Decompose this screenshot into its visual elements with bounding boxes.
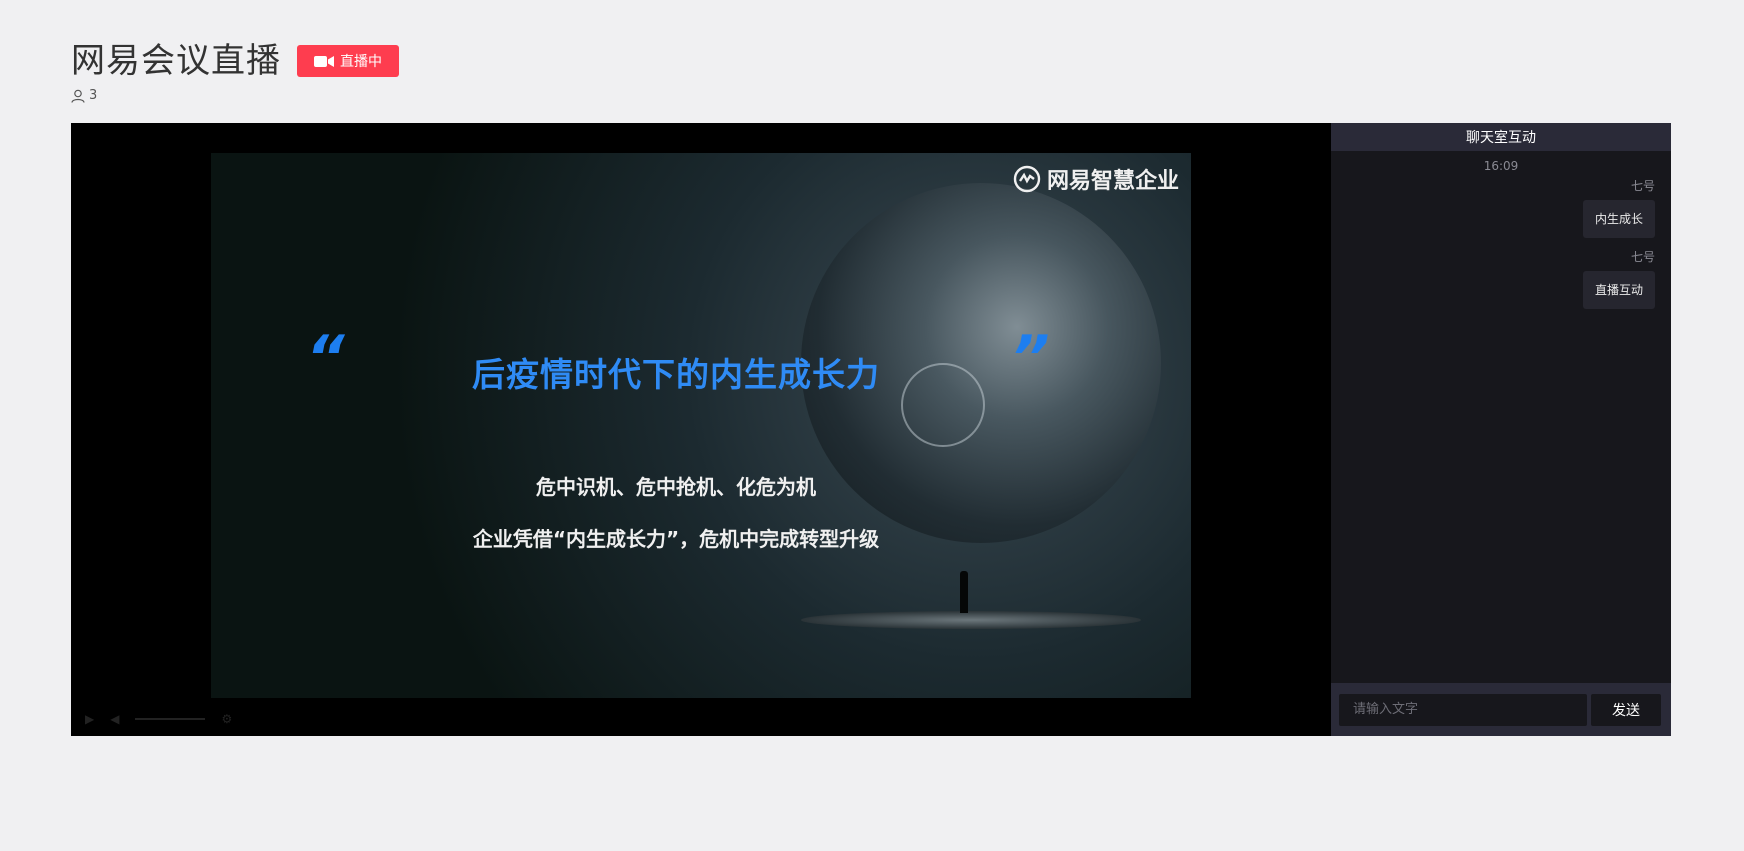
chat-input-bar: 发送 <box>1331 683 1671 736</box>
play-icon[interactable]: ▶ <box>85 712 94 726</box>
live-status-badge: 直播中 <box>297 45 399 77</box>
send-button[interactable]: 发送 <box>1591 693 1661 726</box>
message-bubble: 内生成长 <box>1582 200 1655 238</box>
message-sender: 七号 <box>1630 250 1655 264</box>
chat-timestamp: 16:09 <box>1483 159 1519 173</box>
viewer-count-value: 3 <box>89 88 98 103</box>
viewer-count: 3 <box>71 88 399 103</box>
slide-line-1: 危中识机、危中抢机、化危为机 <box>536 475 816 499</box>
slide-line-2: 企业凭借“内生成长力”，危机中完成转型升级 <box>472 527 880 551</box>
chat-message: 七号 内生成长 <box>1331 177 1671 238</box>
brand-logo: 网易智慧企业 <box>1013 163 1179 195</box>
slide-title: 后疫情时代下的内生成长力 <box>472 355 880 394</box>
volume-slider[interactable] <box>135 718 206 720</box>
live-player: 网易智慧企业 “ ” 后疫情时代下的内生成长力 危中识机、危中抢机、化危为机 企… <box>71 123 1671 736</box>
live-badge-label: 直播中 <box>340 54 382 70</box>
platform-graphic <box>801 611 1141 629</box>
user-icon <box>71 89 85 103</box>
page-header: 网易会议直播 直播中 3 <box>71 40 399 103</box>
message-sender: 七号 <box>1630 179 1655 193</box>
chat-input[interactable] <box>1339 693 1587 726</box>
title-row: 网易会议直播 直播中 <box>71 40 399 82</box>
volume-icon[interactable]: ◀ <box>110 712 119 726</box>
player-controls[interactable]: ▶ ◀ ⚙ <box>71 702 1331 736</box>
chat-message: 七号 直播互动 <box>1331 248 1671 309</box>
video-camera-icon <box>314 55 334 67</box>
brand-name: 网易智慧企业 <box>1046 169 1179 194</box>
chat-title: 聊天室互动 <box>1331 123 1671 151</box>
message-bubble: 直播互动 <box>1582 271 1655 309</box>
settings-icon[interactable]: ⚙ <box>221 712 232 726</box>
brand-logo-icon <box>1013 165 1041 193</box>
video-area[interactable]: 网易智慧企业 “ ” 后疫情时代下的内生成长力 危中识机、危中抢机、化危为机 企… <box>71 123 1331 736</box>
chat-panel: 聊天室互动 16:09 七号 内生成长 七号 直播互动 发送 <box>1331 123 1671 736</box>
figure-graphic <box>960 571 968 613</box>
video-frame: 网易智慧企业 “ ” 后疫情时代下的内生成长力 危中识机、危中抢机、化危为机 企… <box>211 153 1191 698</box>
page-title: 网易会议直播 <box>71 41 281 81</box>
